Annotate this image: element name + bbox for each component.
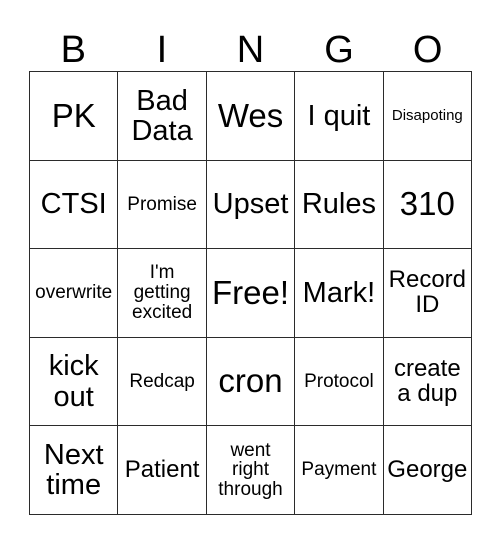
bingo-cell-i2[interactable]: Promise [118,160,207,250]
bingo-header-letter-g: G [324,29,354,71]
bingo-cell-o4[interactable]: create a dup [383,337,473,427]
bingo-cell-o3[interactable]: Record ID [383,249,473,338]
bingo-cell-label: Record ID [388,266,467,318]
bingo-cell-n2[interactable]: Upset [206,160,296,250]
bingo-cell-label: Disapoting [391,107,463,124]
bingo-cell-label: cron [218,362,283,400]
bingo-cell-free-space[interactable]: Free! [206,249,296,338]
bingo-row: kick out Redcap cron Protocol create a d… [30,337,473,427]
bingo-cell-i3[interactable]: I'm getting excited [118,249,207,338]
bingo-cell-g1[interactable]: I quit [295,72,384,161]
bingo-grid: PK Bad Data Wes I quit Disapoting CTSI P… [29,71,473,515]
bingo-cell-label: Patient [124,455,200,483]
bingo-cell-label: Promise [127,193,197,215]
bingo-cell-b2[interactable]: CTSI [30,160,119,250]
bingo-cell-o2[interactable]: 310 [383,160,473,250]
bingo-cell-n1[interactable]: Wes [206,72,296,161]
bingo-cell-label: Wes [217,96,284,134]
bingo-cell-label: kick out [48,350,99,413]
bingo-cell-o5[interactable]: George [383,426,473,515]
bingo-cell-label: Rules [301,188,376,221]
bingo-header-letter-i: I [156,29,168,71]
bingo-cell-label: Protocol [304,370,374,392]
bingo-cell-label: Payment [301,459,377,481]
bingo-cell-label: Free! [212,273,290,311]
bingo-cell-g3[interactable]: Mark! [295,249,384,338]
bingo-cell-label: Next time [43,439,104,502]
bingo-cell-label: overwrite [35,282,113,304]
bingo-cell-label: Mark! [302,276,376,309]
bingo-cell-label: Upset [212,188,289,221]
bingo-cell-b1[interactable]: PK [30,72,119,161]
bingo-cell-i4[interactable]: Redcap [118,337,207,427]
bingo-cell-label: I quit [307,99,371,132]
bingo-cell-g4[interactable]: Protocol [295,337,384,427]
bingo-header-row: B I N G O [29,14,472,71]
bingo-row: Next time Patient went right through Pay… [30,426,473,515]
bingo-cell-o1[interactable]: Disapoting [383,72,473,161]
bingo-cell-label: PK [51,96,96,134]
bingo-cell-label: CTSI [40,188,107,221]
bingo-cell-i5[interactable]: Patient [118,426,207,515]
bingo-row: overwrite I'm getting excited Free! Mark… [30,249,473,338]
bingo-cell-label: Bad Data [131,84,193,147]
bingo-cell-label: George [387,455,468,483]
bingo-cell-i1[interactable]: Bad Data [118,72,207,161]
bingo-cell-label: Redcap [129,370,195,392]
bingo-cell-n5[interactable]: went right through [206,426,296,515]
bingo-header-letter-o: O [412,29,443,71]
bingo-cell-label: I'm getting excited [132,262,193,323]
bingo-cell-label: went right through [218,439,283,501]
bingo-card: B I N G O PK Bad Data Wes I quit Disapot… [0,0,500,544]
bingo-cell-b5[interactable]: Next time [30,426,119,515]
bingo-cell-g5[interactable]: Payment [295,426,384,515]
bingo-row: PK Bad Data Wes I quit Disapoting [30,72,473,161]
bingo-header-letter-b: B [60,29,86,71]
bingo-cell-b3[interactable]: overwrite [30,249,119,338]
bingo-row: CTSI Promise Upset Rules 310 [30,160,473,250]
bingo-cell-b4[interactable]: kick out [30,337,119,427]
bingo-header-letter-n: N [236,29,265,71]
bingo-cell-label: create a dup [393,354,461,407]
bingo-cell-g2[interactable]: Rules [295,160,384,250]
bingo-cell-label: 310 [399,185,455,223]
bingo-cell-n4[interactable]: cron [206,337,296,427]
